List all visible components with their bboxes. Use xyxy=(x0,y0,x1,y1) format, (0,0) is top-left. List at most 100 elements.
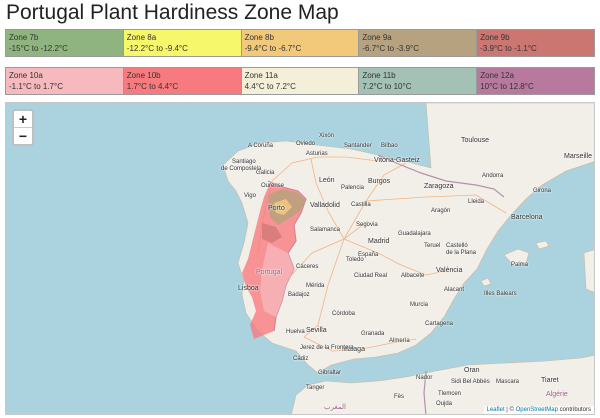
map-attribution: Leaflet | © OpenStreetMap contributors xyxy=(483,406,594,414)
label-valladolid: Valladolid xyxy=(310,202,340,209)
zone-name: Zone 10b xyxy=(126,71,161,80)
map-tiles[interactable] xyxy=(6,103,595,415)
legend-row-1: Zone 7b -15°C to -12.2°C Zone 8a -12.2°C t… xyxy=(5,29,595,57)
label-barcelona: Barcelona xyxy=(511,214,543,221)
label-gijon: Xixón xyxy=(319,133,335,139)
legend-row-2: Zone 10a -1.1°C to 1.7°C Zone 10b 1.7°C to… xyxy=(5,67,595,95)
zone-range: 4.4°C to 7.2°C xyxy=(244,82,296,91)
label-marseille: Marseille xyxy=(564,153,593,160)
label-jerez: Jerez de la Frontera xyxy=(300,345,354,351)
attribution-suffix: contributors xyxy=(557,407,591,413)
label-sevilla: Sevilla xyxy=(306,327,327,334)
zoom-control: + − xyxy=(12,109,34,146)
label-portugal: Portugal xyxy=(256,269,283,276)
zone-name: Zone 12a xyxy=(480,71,514,80)
label-zaragoza: Zaragoza xyxy=(424,183,454,190)
label-illes: Illes Balears xyxy=(484,291,517,297)
label-nador: Nador xyxy=(416,375,433,381)
leaflet-link[interactable]: Leaflet xyxy=(487,407,505,413)
label-bilbao: Bilbao xyxy=(381,143,398,149)
label-girona: Girona xyxy=(533,188,552,194)
label-palma: Palma xyxy=(511,262,529,268)
label-cartagena: Cartagena xyxy=(425,321,454,327)
zone-name: Zone 9a xyxy=(362,33,392,42)
label-castello: Castelló xyxy=(446,243,468,249)
label-vigo: Vigo xyxy=(244,193,256,199)
label-toledo: Toledo xyxy=(346,257,364,263)
label-guadalajara: Guadalajara xyxy=(398,231,431,237)
menorca-island xyxy=(535,240,550,250)
legend-zone-8a: Zone 8a -12.2°C to -9.4°C xyxy=(123,30,242,56)
legend-zone-12a: Zone 12a 10°C to 12.8°C xyxy=(477,68,594,94)
label-cordoba: Córdoba xyxy=(332,311,356,317)
label-mascara: Mascara xyxy=(496,379,520,385)
label-a-coruna: A Coruña xyxy=(248,143,274,149)
zone-name: Zone 8a xyxy=(126,33,157,42)
page-title: Portugal Plant Hardiness Zone Map xyxy=(6,1,339,24)
label-tiaret: Tiaret xyxy=(541,377,559,384)
label-badajoz: Badajoz xyxy=(288,292,310,298)
label-lisboa: Lisboa xyxy=(238,285,259,292)
label-castilla: Castilla xyxy=(351,202,371,208)
zone-name: Zone 9b xyxy=(480,33,510,42)
zone-range: -1.1°C to 1.7°C xyxy=(9,82,63,91)
label-galicia: Galicia xyxy=(256,170,275,176)
legend-zone-8b: Zone 8b -9.4°C to -6.7°C xyxy=(241,30,360,56)
zone-range: 10°C to 12.8°C xyxy=(480,82,534,91)
label-teruel: Teruel xyxy=(424,243,441,249)
label-madrid: Madrid xyxy=(368,238,390,245)
legend-zone-9a: Zone 9a -6.7°C to -3.9°C xyxy=(359,30,478,56)
label-andorra: Andorra xyxy=(482,173,504,179)
label-albacete: Albacete xyxy=(401,273,425,279)
label-merida: Mérida xyxy=(306,283,325,289)
label-aragon: Aragón xyxy=(431,208,451,214)
label-ciudad-real: Ciudad Real xyxy=(354,273,388,279)
label-santander: Santander xyxy=(344,143,372,149)
osm-link[interactable]: OpenStreetMap xyxy=(516,407,558,413)
zone-range: -6.7°C to -3.9°C xyxy=(362,44,420,53)
map-view[interactable]: A Coruña Santiago de Compostela Galicia … xyxy=(5,102,595,415)
label-castello2: de la Plana xyxy=(446,250,477,256)
label-sidi: Sidi Bel Abbès xyxy=(451,379,490,385)
label-asturias: Asturias xyxy=(306,151,328,157)
label-valencia: València xyxy=(436,267,463,274)
label-oujda: Oujda xyxy=(436,401,453,407)
label-tlemcen: Tlemcen xyxy=(438,391,462,397)
zoom-out-button[interactable]: − xyxy=(14,128,32,144)
label-granada: Granada xyxy=(361,331,385,337)
legend-zone-10b: Zone 10b 1.7°C to 4.4°C xyxy=(123,68,242,94)
zone-range: -9.4°C to -6.7°C xyxy=(244,44,302,53)
label-oviedo: Oviedo xyxy=(296,141,316,147)
label-murcia: Murcia xyxy=(410,302,429,308)
zoom-in-button[interactable]: + xyxy=(14,111,32,128)
zone-name: Zone 8b xyxy=(244,33,274,42)
zone-range: -3.9°C to -1.1°C xyxy=(480,44,537,53)
label-vitoria: Vitoria-Gasteiz xyxy=(374,157,420,164)
zone-range: -15°C to -12.2°C xyxy=(9,44,68,53)
label-segovia: Segovia xyxy=(356,222,378,228)
zone-range: -12.2°C to -9.4°C xyxy=(126,44,188,53)
legend-zone-10a: Zone 10a -1.1°C to 1.7°C xyxy=(6,68,124,94)
label-oran: Oran xyxy=(464,367,480,374)
label-maroc: المغرب xyxy=(324,404,346,411)
label-porto: Porto xyxy=(268,205,285,212)
zone-range: 1.7°C to 4.4°C xyxy=(126,82,179,91)
label-gibraltar: Gibraltar xyxy=(318,370,342,376)
label-toulouse: Toulouse xyxy=(461,137,490,144)
label-palencia: Palencia xyxy=(341,185,365,191)
label-tanger: Tanger xyxy=(306,385,325,391)
label-almeria: Almería xyxy=(389,338,410,344)
label-lleida: Lleida xyxy=(468,199,485,205)
label-huelva: Huelva xyxy=(286,329,305,335)
label-fes: Fès xyxy=(394,394,405,400)
legend-zone-7b: Zone 7b -15°C to -12.2°C xyxy=(6,30,124,56)
zone-range: 7.2°C to 10°C xyxy=(362,82,412,91)
label-ourense: Ourense xyxy=(261,183,285,189)
label-alicante: Alacant xyxy=(444,287,465,293)
legend-zone-11a: Zone 11a 4.4°C to 7.2°C xyxy=(241,68,360,94)
zone-name: Zone 7b xyxy=(9,33,39,42)
label-caceres: Cáceres xyxy=(296,264,319,270)
zone-name: Zone 11a xyxy=(244,71,278,80)
zone-name: Zone 11b xyxy=(362,71,396,80)
legend-zone-9b: Zone 9b -3.9°C to -1.1°C xyxy=(477,30,594,56)
